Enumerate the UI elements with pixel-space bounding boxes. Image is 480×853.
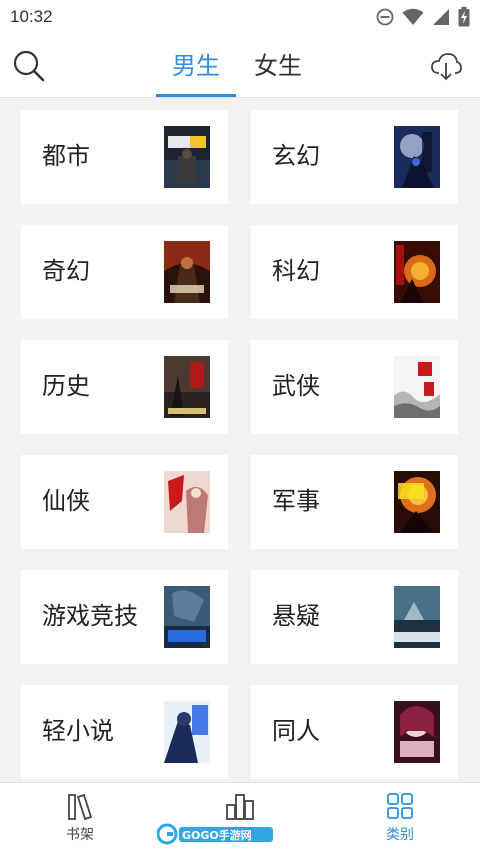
- signal-icon: [432, 8, 450, 26]
- category-label: 都市: [42, 142, 90, 170]
- tab-female[interactable]: 女生: [238, 48, 318, 88]
- svg-text:GOGO手游网: GOGO手游网: [182, 828, 252, 842]
- watermark-logo: GOGO手游网: [157, 822, 275, 846]
- category-label: 玄幻: [272, 142, 320, 170]
- category-card-military[interactable]: 军事: [251, 455, 458, 549]
- category-card-suspense[interactable]: 悬疑: [251, 570, 458, 664]
- book-cover-image: [394, 586, 440, 648]
- book-cover-image: [164, 586, 210, 648]
- nav-label: 类别: [386, 827, 414, 843]
- category-label: 轻小说: [42, 717, 114, 745]
- status-time: 10:32: [10, 7, 53, 26]
- search-icon[interactable]: [12, 49, 46, 83]
- book-cover-image: [394, 126, 440, 188]
- category-card-fan-fiction[interactable]: 同人: [251, 685, 458, 779]
- tab-male[interactable]: 男生: [156, 48, 236, 88]
- do-not-disturb-icon: [376, 8, 394, 26]
- nav-category[interactable]: 类别: [360, 793, 440, 844]
- category-card-scifi[interactable]: 科幻: [251, 225, 458, 319]
- category-label: 历史: [42, 372, 90, 400]
- category-label: 军事: [272, 487, 320, 515]
- book-cover-image: [164, 701, 210, 763]
- category-label: 悬疑: [272, 602, 320, 630]
- top-nav: 男生 女生: [0, 34, 480, 98]
- category-card-fantasy[interactable]: 玄幻: [251, 110, 458, 204]
- category-card-magic[interactable]: 奇幻: [21, 225, 228, 319]
- category-label: 奇幻: [42, 257, 90, 285]
- category-grid: 都市 玄幻 奇幻 科幻 历史 武侠 仙侠 军事 游戏竞技 悬疑 轻小说 同人: [0, 98, 480, 782]
- book-cover-image: [394, 701, 440, 763]
- bookshelf-icon: [40, 793, 120, 821]
- category-card-xianxia[interactable]: 仙侠: [21, 455, 228, 549]
- status-bar: 10:32: [0, 0, 480, 34]
- category-label: 同人: [272, 717, 320, 745]
- book-cover-image: [394, 356, 440, 418]
- category-card-wuxia[interactable]: 武侠: [251, 340, 458, 434]
- book-cover-image: [164, 126, 210, 188]
- category-label: 武侠: [272, 372, 320, 400]
- battery-charging-icon: [458, 7, 470, 27]
- category-card-light-novel[interactable]: 轻小说: [21, 685, 228, 779]
- status-icons: [376, 7, 470, 27]
- book-cover-image: [394, 241, 440, 303]
- ranking-icon: [200, 793, 280, 821]
- book-cover-image: [164, 471, 210, 533]
- category-card-urban[interactable]: 都市: [21, 110, 228, 204]
- category-label: 游戏竞技: [42, 602, 138, 630]
- book-cover-image: [164, 241, 210, 303]
- book-cover-image: [164, 356, 210, 418]
- nav-label: 书架: [66, 827, 94, 843]
- category-label: 仙侠: [42, 487, 90, 515]
- book-cover-image: [394, 471, 440, 533]
- nav-bookshelf[interactable]: 书架: [40, 793, 120, 844]
- tab-active-indicator: [156, 94, 236, 97]
- category-card-gaming[interactable]: 游戏竞技: [21, 570, 228, 664]
- category-card-history[interactable]: 历史: [21, 340, 228, 434]
- cloud-download-icon[interactable]: [430, 50, 462, 82]
- category-grid-icon: [360, 793, 440, 821]
- category-label: 科幻: [272, 257, 320, 285]
- wifi-icon: [402, 8, 424, 26]
